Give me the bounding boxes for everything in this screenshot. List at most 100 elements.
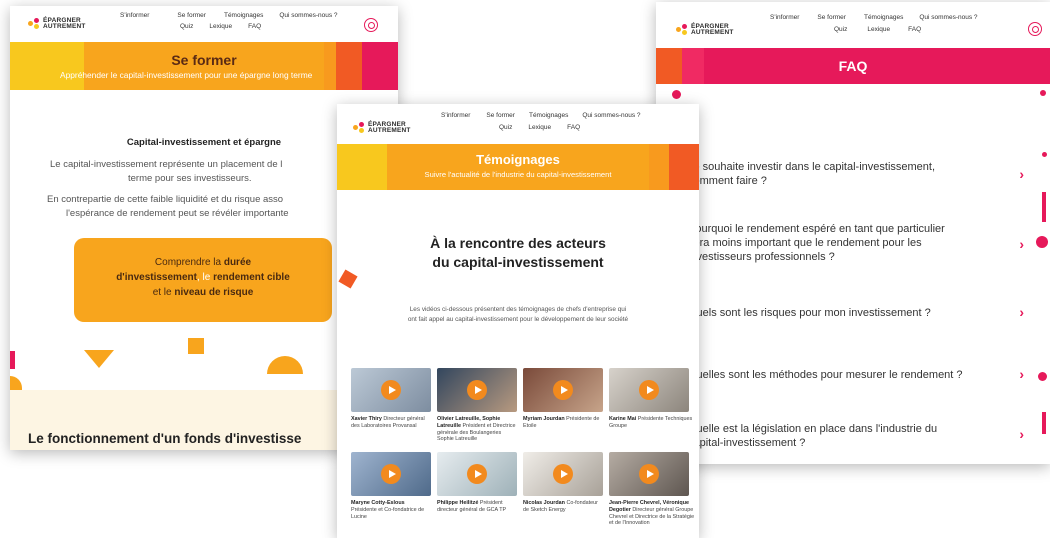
cta-bold: durée <box>223 257 252 268</box>
decor-bar-icon <box>1042 192 1046 222</box>
hero-banner <box>337 144 699 190</box>
cta-text: , le <box>196 272 214 283</box>
temoignages-page: ÉPARGNER AUTREMENT S'informer Se former T… <box>337 104 699 538</box>
video-caption: Jean-Pierre Chevrel, Véronique Degotier … <box>609 500 695 527</box>
logo-line2: AUTREMENT <box>368 127 411 134</box>
video-caption: Maryne Cotty-Eslous Présidente et Co-fon… <box>351 500 425 520</box>
paragraph-line: Le capital-investissement représente un … <box>50 159 283 170</box>
video-thumbnail[interactable] <box>523 452 603 496</box>
section-heading-line: À la rencontre des acteurs <box>430 235 606 251</box>
hero-title: Témoignages <box>476 152 560 167</box>
cta-bold: d'investissement <box>116 272 197 283</box>
nav-faq[interactable]: FAQ <box>248 23 261 30</box>
play-icon[interactable] <box>553 464 573 484</box>
nav-quisommes[interactable]: Qui sommes-nous ? <box>919 14 977 21</box>
play-icon[interactable] <box>381 380 401 400</box>
intro-line: ont fait appel au capital-investissement… <box>407 316 629 323</box>
paragraph-line: En contrepartie de cette faible liquidit… <box>47 194 284 205</box>
paragraph-line: l'espérance de rendement peut se révéler… <box>66 208 289 219</box>
nav-seformer[interactable]: Se former <box>817 14 846 21</box>
video-caption: Olivier Latreuille, Sophie Latreuille Pr… <box>437 416 516 443</box>
intro-line: Les vidéos ci-dessous présentent des tém… <box>409 306 627 313</box>
video-thumbnail[interactable] <box>351 452 431 496</box>
hero-subtitle: Suivre l'actualité de l'industrie du cap… <box>424 170 612 179</box>
video-caption: Nicolas Jourdan Co-fondateur de Sketch E… <box>523 500 598 513</box>
nav-sinformer[interactable]: S'informer <box>770 14 799 21</box>
play-icon[interactable] <box>467 464 487 484</box>
faq-page: ÉPARGNER AUTREMENT S'informer Se former T… <box>656 2 1050 464</box>
play-icon[interactable] <box>467 380 487 400</box>
decor-bar-icon <box>1042 412 1046 434</box>
faq-question-text: Je souhaite investir dans le capital-inv… <box>688 161 936 173</box>
nav-sinformer[interactable]: S'informer <box>120 12 149 19</box>
intro-text: Les vidéos ci-dessous présentent des tém… <box>337 305 699 325</box>
logo-line2: AUTREMENT <box>43 23 86 30</box>
nav-sinformer[interactable]: S'informer <box>441 112 470 119</box>
video-thumbnail[interactable] <box>351 368 431 412</box>
play-icon[interactable] <box>381 464 401 484</box>
nav-seformer[interactable]: Se former <box>486 112 515 119</box>
faq-question-text: Pourquoi le rendement espéré en tant que… <box>688 223 945 235</box>
logo-mark-icon <box>353 122 365 134</box>
faq-question-text: capital-investissement ? <box>688 437 806 449</box>
brand-logo[interactable]: ÉPARGNER AUTREMENT <box>676 24 734 36</box>
nav-lexique[interactable]: Lexique <box>867 26 890 33</box>
faq-question-text: investisseurs professionnels ? <box>688 251 835 263</box>
nav-temoignages[interactable]: Témoignages <box>529 112 568 119</box>
nav-faq[interactable]: FAQ <box>567 124 580 131</box>
video-caption: Philippe Heilitzé Président directeur gé… <box>437 500 507 513</box>
video-thumbnail[interactable] <box>523 368 603 412</box>
cta-bold: rendement cible <box>213 272 290 283</box>
nav-quiz[interactable]: Quiz <box>180 23 193 30</box>
cta-text: Comprendre la <box>154 257 224 268</box>
decor-dot-icon <box>672 90 681 99</box>
logo-mark-icon <box>676 24 688 36</box>
paragraph-line: terme pour ses investisseurs. <box>128 173 252 184</box>
nav-quiz[interactable]: Quiz <box>499 124 512 131</box>
nav-temoignages[interactable]: Témoignages <box>224 12 263 19</box>
decor-dot-icon <box>1038 372 1047 381</box>
chevron-right-icon[interactable]: › <box>1019 236 1024 252</box>
nav-quisommes[interactable]: Qui sommes-nous ? <box>279 12 337 19</box>
play-icon[interactable] <box>639 464 659 484</box>
chevron-right-icon[interactable]: › <box>1019 366 1024 382</box>
brand-logo[interactable]: ÉPARGNER AUTREMENT <box>353 122 411 134</box>
faq-question-text: Quelles sont les méthodes pour mesurer l… <box>688 369 963 381</box>
nav-lexique[interactable]: Lexique <box>209 23 232 30</box>
decor-dot-icon <box>1036 236 1048 248</box>
chevron-right-icon[interactable]: › <box>1019 304 1024 320</box>
nav-quisommes[interactable]: Qui sommes-nous ? <box>582 112 640 119</box>
play-icon[interactable] <box>639 380 659 400</box>
section-heading: À la rencontre des acteurs du capital-inv… <box>337 234 699 272</box>
nav-faq[interactable]: FAQ <box>908 26 921 33</box>
secondary-nav: Quiz Lexique FAQ <box>834 26 921 33</box>
video-thumbnail[interactable] <box>609 452 689 496</box>
square-shape-icon <box>188 338 204 354</box>
cta-text: et le <box>152 287 175 298</box>
secondary-nav: Quiz Lexique FAQ <box>499 124 580 131</box>
orange-diamond-shape-icon <box>338 269 358 289</box>
video-thumbnail[interactable] <box>609 368 689 412</box>
nav-lexique[interactable]: Lexique <box>528 124 551 131</box>
search-icon[interactable] <box>364 18 378 32</box>
video-caption: Xavier Thiry Directeur général des Labor… <box>351 416 425 429</box>
play-icon[interactable] <box>553 380 573 400</box>
hero-subtitle: Appréhender le capital-investissement po… <box>60 70 313 80</box>
video-thumbnail[interactable] <box>437 452 517 496</box>
nav-temoignages[interactable]: Témoignages <box>864 14 903 21</box>
video-thumbnail[interactable] <box>437 368 517 412</box>
nav-quiz[interactable]: Quiz <box>834 26 847 33</box>
video-caption: Myriam Jourdan Présidente de Etoile <box>523 416 600 429</box>
hero-title: FAQ <box>838 58 868 74</box>
main-nav: S'informer Se former Témoignages Qui som… <box>770 14 978 21</box>
half-circle-shape-icon <box>267 356 303 374</box>
chevron-right-icon[interactable]: › <box>1019 426 1024 442</box>
video-caption: Karine Mai Présidente Techniques Groupe <box>609 416 693 429</box>
main-nav: S'informer Se former Témoignages Qui som… <box>441 112 641 119</box>
brand-logo[interactable]: ÉPARGNER AUTREMENT <box>28 18 86 30</box>
cta-duration-button[interactable]: Comprendre la durée d'investissement, le… <box>74 238 332 322</box>
chevron-right-icon[interactable]: › <box>1019 166 1024 182</box>
faq-question-text: comment faire ? <box>688 175 767 187</box>
search-icon[interactable] <box>1028 22 1042 36</box>
nav-seformer[interactable]: Se former <box>177 12 206 19</box>
